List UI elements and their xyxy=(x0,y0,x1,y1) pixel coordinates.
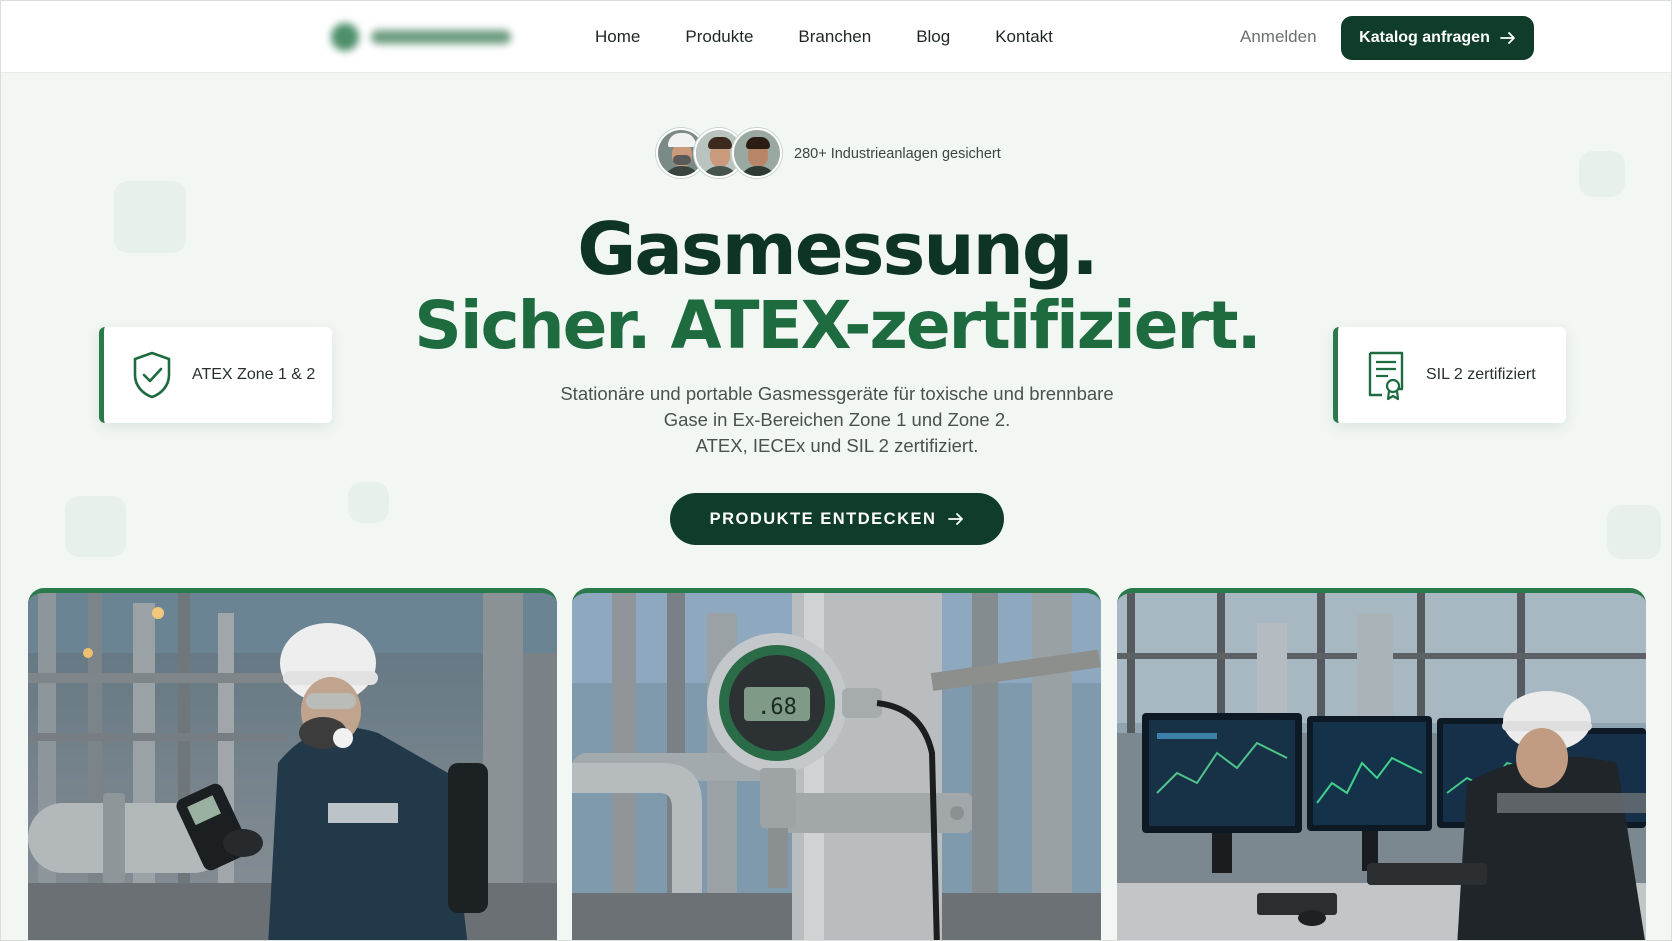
nav-link-produkte[interactable]: Produkte xyxy=(685,27,753,47)
decorative-square xyxy=(1579,151,1625,197)
social-proof: 280+ Industrieanlagen gesichert xyxy=(656,128,1001,180)
arrow-right-icon xyxy=(948,513,964,525)
request-catalog-button[interactable]: Katalog anfragen xyxy=(1341,16,1534,60)
page: Home Produkte Branchen Blog Kontakt Anme… xyxy=(0,0,1672,941)
discover-products-label: PRODUKTE ENTDECKEN xyxy=(709,509,937,528)
brand-logo[interactable] xyxy=(331,21,521,53)
decorative-square xyxy=(1607,505,1661,559)
arrow-right-icon xyxy=(1499,32,1515,44)
avatar xyxy=(732,128,782,178)
worker-with-portable-detector-photo xyxy=(28,588,557,940)
svg-text:.68: .68 xyxy=(757,695,797,720)
shield-check-icon xyxy=(133,351,171,399)
nav-link-home[interactable]: Home xyxy=(595,27,640,47)
atex-badge: ATEX Zone 1 & 2 xyxy=(99,327,332,423)
nav-link-branchen[interactable]: Branchen xyxy=(798,27,871,47)
social-proof-text: 280+ Industrieanlagen gesichert xyxy=(794,146,1001,162)
discover-products-button[interactable]: PRODUKTE ENTDECKEN xyxy=(670,493,1004,545)
fixed-gas-detector-on-pipe-photo: .68 xyxy=(572,588,1101,940)
nav-link-kontakt[interactable]: Kontakt xyxy=(995,27,1053,47)
atex-badge-label: ATEX Zone 1 & 2 xyxy=(192,366,316,383)
brand-logo-wordmark xyxy=(371,30,511,44)
decorative-square xyxy=(65,496,126,557)
sil-badge: SIL 2 zertifiziert xyxy=(1333,327,1566,423)
sil-badge-label: SIL 2 zertifiziert xyxy=(1426,366,1536,383)
avatar-stack xyxy=(656,128,786,180)
decorative-square xyxy=(348,482,389,523)
subtitle-line-3: ATEX, IECEx und SIL 2 zertifiziert. xyxy=(695,435,979,456)
request-catalog-label: Katalog anfragen xyxy=(1359,29,1490,46)
control-room-monitoring-photo xyxy=(1117,588,1646,940)
login-link[interactable]: Anmelden xyxy=(1240,27,1317,47)
certificate-icon xyxy=(1368,351,1404,401)
nav-link-blog[interactable]: Blog xyxy=(916,27,950,47)
brand-logo-mark xyxy=(331,23,359,51)
nav-links: Home Produkte Branchen Blog Kontakt xyxy=(595,27,1098,47)
headline-line-1: Gasmessung. xyxy=(577,207,1099,291)
top-navigation: Home Produkte Branchen Blog Kontakt Anme… xyxy=(1,1,1671,73)
